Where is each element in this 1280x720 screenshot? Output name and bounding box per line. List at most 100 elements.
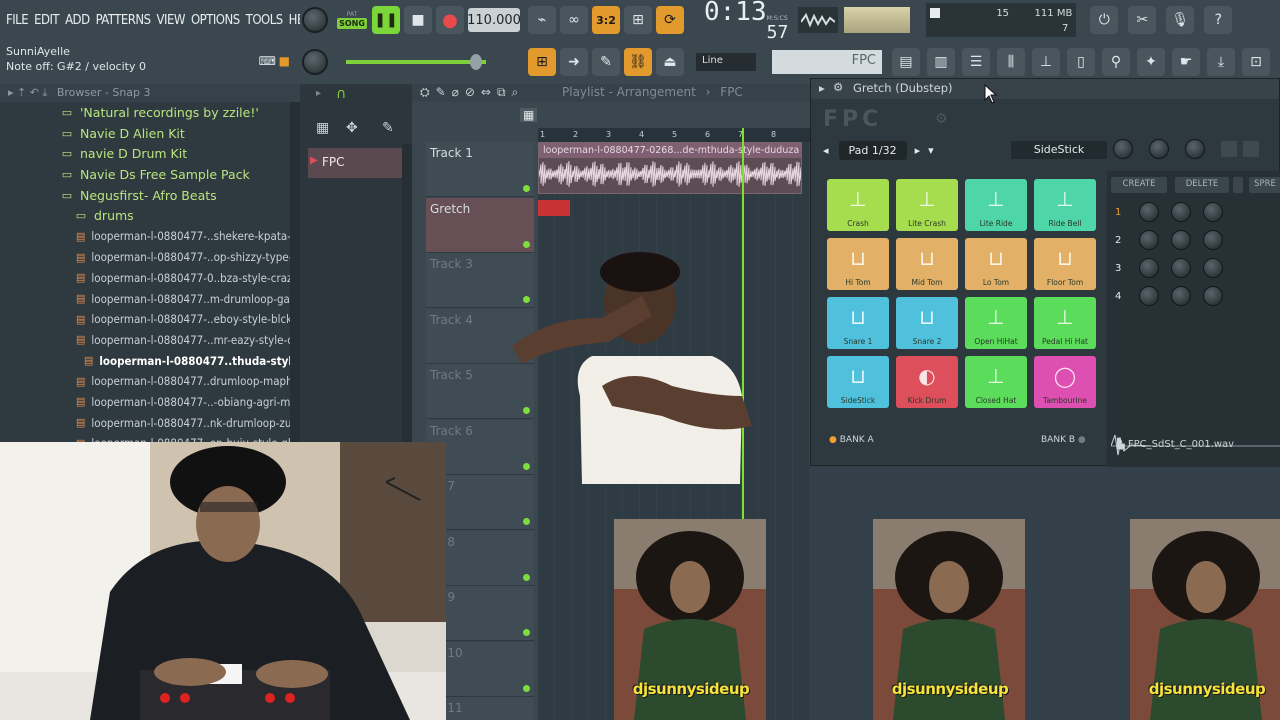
macro-button[interactable]: ✦ xyxy=(1137,48,1165,76)
layer-knob[interactable] xyxy=(1171,230,1191,250)
drum-pad[interactable]: ⊥ Open HiHat xyxy=(965,297,1027,349)
drum-pad[interactable]: ⊥ Lite Ride xyxy=(965,179,1027,231)
browser-file-item[interactable]: ▤ looperman-l-0880477-..op-shizzy-type-ag… xyxy=(0,247,300,268)
bank-a[interactable]: ● BANK A xyxy=(829,435,874,445)
piano-icon[interactable]: ▦ xyxy=(316,120,329,136)
menu-edit[interactable]: EDIT xyxy=(34,13,59,28)
drum-pad[interactable]: ⊥ Pedal Hi Hat xyxy=(1034,297,1096,349)
browser-folder-item[interactable]: ▭ drums xyxy=(0,205,300,226)
drum-pad[interactable]: ⊔ Snare 2 xyxy=(896,297,958,349)
drum-pad[interactable]: ⊥ Ride Bell xyxy=(1034,179,1096,231)
cut-tool-button[interactable]: ✂ xyxy=(1128,6,1157,34)
stop-button[interactable]: ■ xyxy=(404,6,432,34)
layer-knob[interactable] xyxy=(1171,258,1191,278)
drum-pad[interactable]: ◐ Kick Drum xyxy=(896,356,958,408)
menu-tools[interactable]: TOOLS xyxy=(246,13,284,28)
track-mute-led[interactable] xyxy=(523,684,530,692)
layer-knob[interactable] xyxy=(1203,202,1223,222)
channel-fpc[interactable]: ▶ FPC xyxy=(308,148,406,178)
menu-options[interactable]: OPTIONS xyxy=(191,13,240,28)
drum-pad[interactable]: ⊥ Lite Crash xyxy=(896,179,958,231)
playlist-piano-icon[interactable]: ▦ xyxy=(520,108,538,122)
stamp-button[interactable]: ⏏ xyxy=(656,48,684,76)
layer-knob[interactable] xyxy=(1171,202,1191,222)
fpc-settings-icon[interactable]: ⚙ xyxy=(935,111,948,127)
browser-folder-item[interactable]: ▭ navie D Drum Kit xyxy=(0,143,300,164)
pan-knob[interactable] xyxy=(1149,139,1169,159)
browser-file-item[interactable]: ▤ looperman-l-0880477-..eboy-style-blck-g… xyxy=(0,309,300,330)
track-header[interactable]: Track 1 xyxy=(426,142,534,197)
browser-file-item[interactable]: ▤ looperman-l-0880477-0..bza-style-crazy-… xyxy=(0,268,300,289)
layer-knob[interactable] xyxy=(1139,202,1159,222)
playlist-tools[interactable]: ⛭✎⌀⊘⇔⧉⌕ xyxy=(412,84,552,102)
browser-file-item[interactable]: ▤ looperman-l-0880477-..-obiang-agri-mote… xyxy=(0,392,300,413)
step-sequencer-button[interactable]: ▥ xyxy=(927,48,955,76)
slider-handle[interactable] xyxy=(470,54,482,70)
layer-knob[interactable] xyxy=(1203,258,1223,278)
browser-file-item[interactable]: ▤ looperman-l-0880477..drumloop-maphorisa xyxy=(0,371,300,392)
drum-pad[interactable]: ⊔ Lo Tom xyxy=(965,238,1027,290)
step-edit-button[interactable]: ⊞ xyxy=(624,6,652,34)
plugin-button[interactable]: ⚲ xyxy=(1102,48,1130,76)
layer-number[interactable]: 3 xyxy=(1115,263,1127,274)
pad-option-button-2[interactable] xyxy=(1243,141,1259,157)
download-button[interactable]: ⤓ xyxy=(1207,48,1235,76)
playlist-button[interactable]: ▤ xyxy=(892,48,920,76)
drum-pad[interactable]: ⊔ Hi Tom xyxy=(827,238,889,290)
oscilloscope[interactable] xyxy=(798,7,839,33)
record-button[interactable]: ● xyxy=(436,6,464,34)
menu-file[interactable]: FILE xyxy=(6,13,29,28)
browser-file-item[interactable]: ▤ looperman-l-0880477-..mr-eazy-style-cha… xyxy=(0,330,300,351)
mixer-button[interactable]: ⫼ xyxy=(997,48,1025,76)
metronome-button[interactable]: ⌁ xyxy=(528,6,556,34)
loop-record-button[interactable]: ∞ xyxy=(560,6,588,34)
channel-rack-button[interactable]: ☰ xyxy=(962,48,990,76)
track-mute-led[interactable] xyxy=(523,518,530,525)
tempo-display[interactable]: 110.000 xyxy=(467,8,521,32)
bank-b[interactable]: BANK B ● xyxy=(1041,435,1086,445)
master-volume-slider[interactable] xyxy=(346,54,486,70)
audio-clip[interactable]: looperman-l-0880477-0268...de-mthuda-sty… xyxy=(538,142,802,194)
magnet-icon[interactable]: ∩ xyxy=(336,86,346,102)
drum-pad[interactable]: ⊔ Snare 1 xyxy=(827,297,889,349)
drum-pad[interactable]: ⊔ Floor Tom xyxy=(1034,238,1096,290)
drum-pad[interactable]: ⊥ Closed Hat xyxy=(965,356,1027,408)
delete-button[interactable]: DELETE xyxy=(1175,177,1229,193)
layer-spin[interactable] xyxy=(1233,177,1243,193)
drum-pad[interactable]: ⊔ SideStick xyxy=(827,356,889,408)
layer-knob[interactable] xyxy=(1171,286,1191,306)
link-button[interactable]: ⛓ xyxy=(624,48,652,76)
menu-add[interactable]: ADD xyxy=(65,13,90,28)
browser-file-item[interactable]: ▤ looperman-l-0880477..thuda-style-duduza xyxy=(0,350,300,371)
track-mute-led[interactable] xyxy=(523,573,530,581)
draw-tool-button[interactable]: ✎ xyxy=(592,48,620,76)
browser-scrollbar[interactable] xyxy=(290,102,300,444)
next-pad-icon[interactable]: ▸ xyxy=(915,144,921,157)
collapse-arrow-icon[interactable]: ▸ xyxy=(819,81,825,95)
drum-pad[interactable]: ⊥ Crash xyxy=(827,179,889,231)
pitch-knob[interactable] xyxy=(1185,139,1205,159)
time-signature-button[interactable]: 3:2 xyxy=(592,6,620,34)
layer-knob[interactable] xyxy=(1139,286,1159,306)
pad-option-button[interactable] xyxy=(1221,141,1237,157)
timeline-ruler[interactable]: 12345678 xyxy=(538,128,810,142)
plugin-picker-button[interactable]: ⊥ xyxy=(1032,48,1060,76)
lock-icon[interactable]: ■ xyxy=(279,54,290,69)
menu-patterns[interactable]: PATTERNS xyxy=(96,13,151,28)
pad-dropdown-icon[interactable]: ▾ xyxy=(928,144,934,157)
blend-notes-button[interactable]: ⟳ xyxy=(656,6,684,34)
browser-file-item[interactable]: ▤ looperman-l-0880477..nk-drumloop-zum-zu… xyxy=(0,412,300,433)
help-button[interactable]: ? xyxy=(1204,6,1233,34)
browser-file-item[interactable]: ▤ looperman-l-0880477..m-drumloop-gauteng xyxy=(0,288,300,309)
prev-pad-icon[interactable]: ◂ xyxy=(823,144,829,157)
piano-roll-button[interactable]: ⊞ xyxy=(528,48,556,76)
touch-button[interactable]: ☛ xyxy=(1172,48,1200,76)
shop-button[interactable]: ⊡ xyxy=(1242,48,1270,76)
layer-number[interactable]: 1 xyxy=(1115,207,1127,218)
browser-folder-item[interactable]: ▭ Navie Ds Free Sample Pack xyxy=(0,164,300,185)
browser-folder-item[interactable]: ▭ 'Natural recordings by zzile!' xyxy=(0,102,300,123)
snap-select[interactable]: Line xyxy=(696,53,756,71)
project-button[interactable]: ▯ xyxy=(1067,48,1095,76)
track-mute-led[interactable] xyxy=(523,185,530,192)
browser-folder-item[interactable]: ▭ Negusfirst- Afro Beats xyxy=(0,185,300,206)
